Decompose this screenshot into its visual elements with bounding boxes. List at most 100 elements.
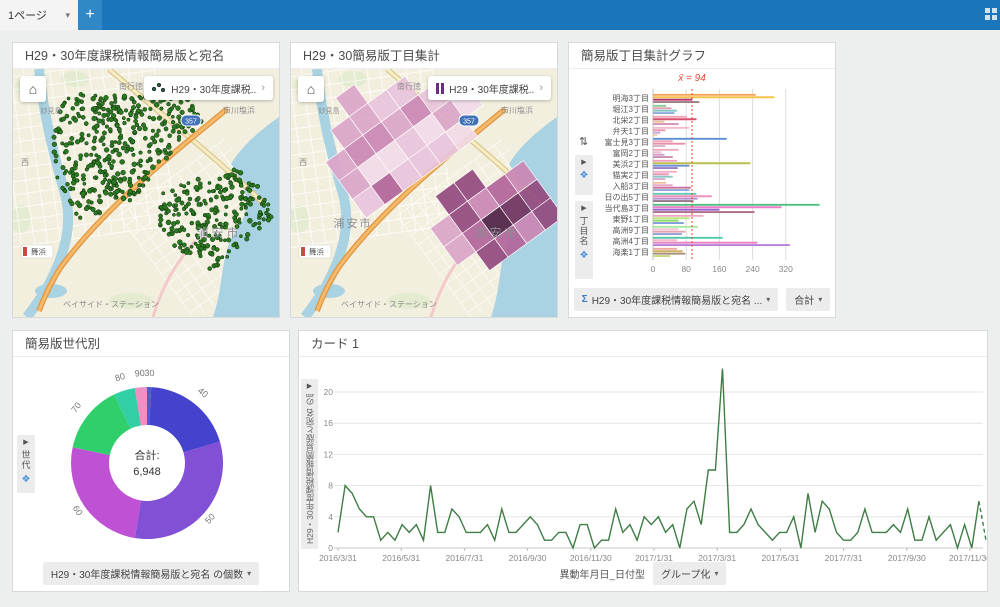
svg-text:50: 50 <box>203 512 217 526</box>
svg-text:浦安市: 浦安市 <box>474 225 519 240</box>
svg-text:x̄ = 94: x̄ = 94 <box>677 73 706 84</box>
y-axis-label: H29・30年度課税情報簡易版と宛名 の個数 <box>304 394 316 544</box>
card-choropleth-map: H29・30簡易版丁目集計 南行徳妙見島市川塩浜西浦安市浦安市舞浜ベイサイド・ス… <box>290 42 558 318</box>
card-title: H29・30年度課税情報簡易版と宛名 <box>13 43 279 69</box>
svg-text:西: 西 <box>299 158 307 167</box>
svg-text:舞浜: 舞浜 <box>31 247 46 257</box>
card-bar-chart: 簡易版丁目集計グラフ 0 80 160 240 320 明海3丁目堀江3丁目北栄2丁目弁天… <box>568 42 836 318</box>
expand-icon[interactable]: ▶ <box>23 438 28 446</box>
legend-label: H29・30年度課税.. <box>449 81 534 96</box>
card-donut-chart: 簡易版世代別 30405060708090合計:6,948 ▶ 世代 ❖ H29… <box>12 330 290 592</box>
home-button[interactable]: ⌂ <box>20 76 46 102</box>
svg-text:高洲9丁目: 高洲9丁目 <box>613 225 649 235</box>
donut-chart-plot[interactable]: 30405060708090合計:6,948 <box>13 357 289 559</box>
svg-text:30: 30 <box>144 368 154 378</box>
card-title: H29・30簡易版丁目集計 <box>291 43 557 69</box>
group-by-button[interactable]: グループ化 ▾ <box>653 562 726 585</box>
svg-text:海楽1丁目: 海楽1丁目 <box>613 247 649 257</box>
svg-text:4: 4 <box>328 512 333 522</box>
svg-text:320: 320 <box>779 264 793 274</box>
svg-text:357: 357 <box>185 119 197 126</box>
svg-text:北栄2丁目: 北栄2丁目 <box>613 115 649 125</box>
svg-text:舞浜: 舞浜 <box>309 247 324 257</box>
svg-text:日の出5丁目: 日の出5丁目 <box>605 192 649 202</box>
count-field-button[interactable]: H29・30年度課税情報簡易版と宛名 の個数 ▾ <box>43 562 259 585</box>
apps-grid-icon[interactable] <box>985 8 998 21</box>
svg-text:浦安市: 浦安市 <box>334 216 373 230</box>
svg-text:0: 0 <box>328 543 333 553</box>
svg-text:0: 0 <box>651 264 656 274</box>
chevron-down-icon: ▾ <box>65 10 70 21</box>
caret-down-icon: ▾ <box>818 295 822 304</box>
svg-text:浦安市: 浦安市 <box>196 225 241 240</box>
svg-text:357: 357 <box>463 119 475 126</box>
svg-text:240: 240 <box>746 264 760 274</box>
top-bar: 1ページ ▾ + <box>0 0 1000 30</box>
y-axis-field-label: 丁目名 <box>578 216 591 246</box>
legend-label: H29・30年度課税.. <box>171 81 256 96</box>
svg-text:12: 12 <box>324 449 334 459</box>
page-tab-label: 1ページ <box>8 7 47 23</box>
x-axis-field-label: 異動年月日_日付型 <box>560 566 646 581</box>
svg-text:ベイサイド・ステーション: ベイサイド・ステーション <box>341 300 437 309</box>
svg-text:堀江3丁目: 堀江3丁目 <box>613 105 649 114</box>
svg-text:妙見島: 妙見島 <box>41 106 62 115</box>
svg-text:16: 16 <box>324 418 334 428</box>
caret-down-icon: ▾ <box>714 569 718 578</box>
sort-icon[interactable]: ⇅ <box>579 135 588 148</box>
y-axis-field-panel: ▶ 丁目名 ❖ <box>575 201 593 279</box>
expand-icon[interactable]: ▶ <box>581 158 586 166</box>
home-button[interactable]: ⌂ <box>298 76 324 102</box>
svg-text:ベイサイド・ステーション: ベイサイド・ステーション <box>63 300 159 309</box>
svg-text:70: 70 <box>69 400 83 414</box>
svg-text:明海3丁目: 明海3丁目 <box>613 93 649 103</box>
bar-chart-plot[interactable]: 0 80 160 240 320 明海3丁目堀江3丁目北栄2丁目弁天1丁目富士見3丁目富岡… <box>569 69 835 275</box>
svg-text:富岡2丁目: 富岡2丁目 <box>613 148 649 158</box>
svg-text:市川塩浜: 市川塩浜 <box>501 105 533 115</box>
svg-text:60: 60 <box>71 504 85 518</box>
chevron-right-icon: › <box>539 82 543 94</box>
choropleth-map-canvas[interactable]: 南行徳妙見島市川塩浜西浦安市浦安市舞浜ベイサイド・ステーション357 <box>291 69 557 317</box>
svg-text:富士見3丁目: 富士見3丁目 <box>605 137 649 147</box>
svg-text:美浜2丁目: 美浜2丁目 <box>613 159 649 169</box>
add-page-button[interactable]: + <box>78 0 102 30</box>
svg-text:80: 80 <box>681 264 691 274</box>
svg-text:80: 80 <box>114 371 127 384</box>
choropleth-layer-icon <box>436 83 444 94</box>
svg-text:東野1丁目: 東野1丁目 <box>613 214 649 224</box>
svg-text:猫実2丁目: 猫実2丁目 <box>613 170 649 180</box>
svg-text:市川塩浜: 市川塩浜 <box>223 105 255 115</box>
page-tab[interactable]: 1ページ ▾ <box>0 0 78 30</box>
svg-text:西: 西 <box>21 158 29 167</box>
y-axis-field-panel: ▶ H29・30年度課税情報簡易版と宛名 の個数 <box>301 379 318 549</box>
number-field-button[interactable]: Σ H29・30年度課税情報簡易版と宛名 ... ▾ <box>574 288 779 311</box>
expand-icon[interactable]: ▶ <box>307 382 312 390</box>
svg-text:合計:: 合計: <box>134 448 159 462</box>
card-title: 簡易版丁目集計グラフ <box>569 43 835 69</box>
map-label: 南行徳 <box>397 81 421 91</box>
points-map-canvas[interactable]: 南行徳妙見島 市川塩浜西浦安市舞浜ベイサイド・ステーション 357 <box>13 69 279 317</box>
svg-text:160: 160 <box>712 264 726 274</box>
map-legend-button[interactable]: H29・30年度課税.. › <box>144 76 273 100</box>
svg-text:高洲4丁目: 高洲4丁目 <box>613 236 649 246</box>
dataset-icon: ❖ <box>22 474 31 485</box>
svg-text:弁天1丁目: 弁天1丁目 <box>613 126 649 136</box>
svg-text:6,948: 6,948 <box>133 466 161 478</box>
map-legend-button[interactable]: H29・30年度課税.. › <box>428 76 551 100</box>
aggregation-button[interactable]: 合計 ▾ <box>786 288 830 311</box>
svg-text:当代島3丁目: 当代島3丁目 <box>605 203 649 213</box>
expand-icon[interactable]: ▶ <box>581 204 586 212</box>
card-title: カード 1 <box>299 331 987 357</box>
caret-down-icon: ▾ <box>247 569 251 578</box>
category-field-label: 世代 <box>20 450 33 470</box>
dataset-icon: ❖ <box>580 170 589 181</box>
svg-text:20: 20 <box>324 387 334 397</box>
svg-text:入船3丁目: 入船3丁目 <box>613 181 649 191</box>
svg-text:8: 8 <box>328 481 333 491</box>
card-line-chart: カード 1 0481216202016/3/312016/5/312016/7/… <box>298 330 988 592</box>
point-layer-icon <box>152 83 166 94</box>
line-chart-plot[interactable]: 0481216202016/3/312016/5/312016/7/312016… <box>299 357 987 569</box>
map-label: 南行徳 <box>119 81 143 91</box>
svg-text:妙見島: 妙見島 <box>319 106 340 115</box>
card-points-map: H29・30年度課税情報簡易版と宛名 南行徳妙見島 市川塩浜西浦安市舞浜ベイサイド… <box>12 42 280 318</box>
